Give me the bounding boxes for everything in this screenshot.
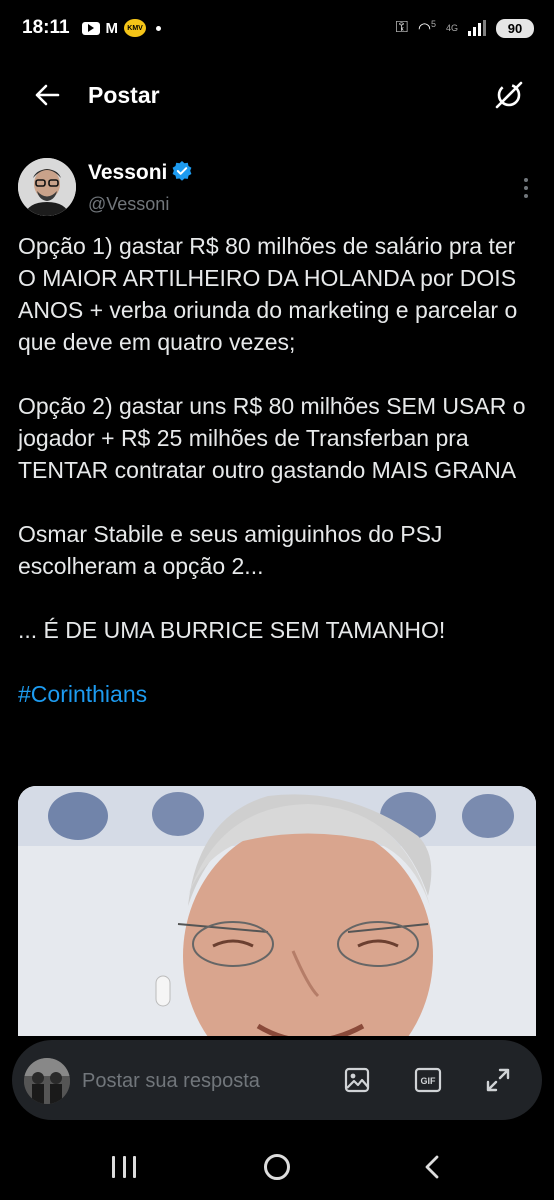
image-icon[interactable] bbox=[343, 1066, 371, 1094]
tweet-text: Opção 1) gastar R$ 80 milhões de salário… bbox=[18, 230, 538, 710]
system-icons: ⚿ ◠5 4G 90 bbox=[395, 18, 534, 38]
gif-label: GIF bbox=[421, 1076, 437, 1086]
signal-icon bbox=[468, 20, 486, 36]
author-name[interactable]: Vessoni bbox=[88, 160, 193, 185]
reply-input[interactable]: Postar sua resposta bbox=[82, 1070, 260, 1093]
vpn-key-icon: ⚿ bbox=[395, 19, 408, 36]
more-vertical-icon[interactable] bbox=[524, 178, 530, 198]
avatar[interactable] bbox=[18, 158, 76, 216]
more-notifications-dot-icon bbox=[156, 25, 162, 31]
tweet-image[interactable] bbox=[18, 786, 536, 1056]
battery-icon: 90 bbox=[496, 18, 534, 38]
reply-box[interactable]: Postar sua resposta GIF bbox=[12, 1040, 542, 1120]
status-time: 18:11 bbox=[22, 17, 70, 38]
wifi-icon: ◠5 bbox=[417, 19, 436, 37]
tweet-paragraph: Osmar Stabile e seus amiguinhos do PSJ e… bbox=[18, 521, 443, 579]
battery-level: 90 bbox=[507, 20, 523, 36]
verified-badge-icon bbox=[172, 161, 192, 181]
gif-icon[interactable]: GIF bbox=[414, 1066, 442, 1094]
recents-icon[interactable] bbox=[112, 1156, 136, 1178]
network-type-label: 4G bbox=[445, 23, 458, 33]
gmail-icon: M bbox=[105, 19, 119, 37]
kmv-app-icon: KMV bbox=[124, 19, 147, 37]
youtube-icon bbox=[81, 21, 100, 35]
author-name-text: Vessoni bbox=[88, 161, 168, 184]
system-nav-bar bbox=[0, 1140, 554, 1200]
tweet-author: Vessoni @Vessoni bbox=[18, 156, 538, 220]
arrow-left-icon[interactable] bbox=[32, 80, 62, 110]
reply-avatar bbox=[24, 1058, 70, 1104]
hashtag-link[interactable]: #Corinthians bbox=[18, 678, 538, 710]
tweet-paragraph: Opção 2) gastar uns R$ 80 milhões SEM US… bbox=[18, 393, 526, 483]
notification-icons: M KMV bbox=[81, 19, 162, 37]
nav-back-icon[interactable] bbox=[422, 1154, 442, 1180]
home-icon[interactable] bbox=[264, 1154, 290, 1180]
expand-icon[interactable] bbox=[484, 1066, 512, 1094]
status-bar: 18:11 M KMV ⚿ ◠5 4G 90 bbox=[0, 0, 554, 56]
page-title: Postar bbox=[88, 82, 160, 108]
tweet-paragraph: ... É DE UMA BURRICE SEM TAMANHO! bbox=[18, 617, 446, 643]
post-header: Postar bbox=[0, 66, 554, 126]
author-handle[interactable]: @Vessoni bbox=[88, 194, 169, 215]
grok-icon[interactable] bbox=[492, 78, 526, 112]
tweet-paragraph: Opção 1) gastar R$ 80 milhões de salário… bbox=[18, 233, 518, 355]
reply-area: Postar sua resposta GIF bbox=[0, 1036, 554, 1140]
